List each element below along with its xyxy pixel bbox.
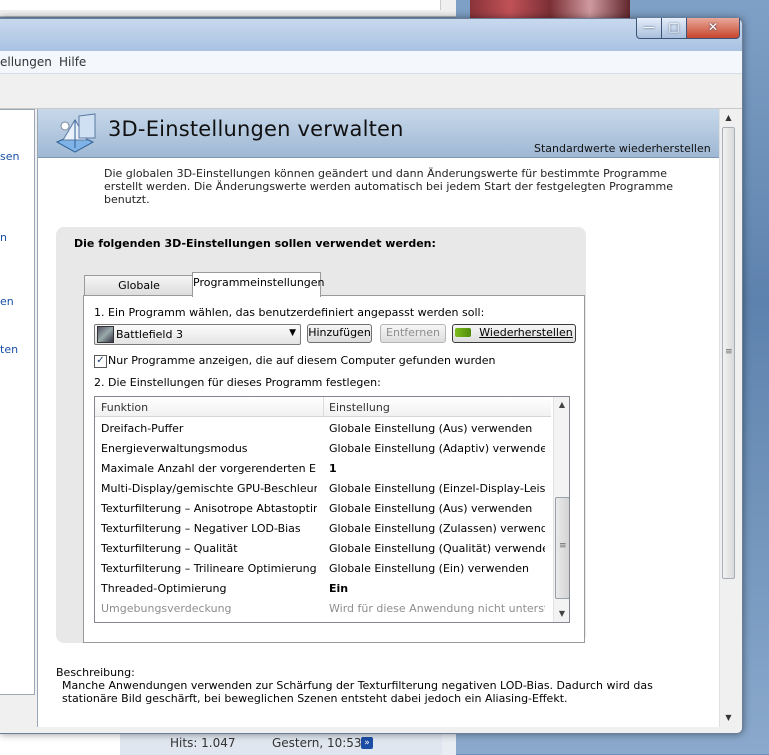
content-scrollbar[interactable]: ▲ ≡ ▼ (719, 109, 737, 727)
setting-row[interactable]: Maximale Anzahl der vorgerenderten Einz…… (95, 459, 551, 479)
setting-name: Texturfilterung – Anisotrope Abtastoptim… (101, 502, 317, 515)
setting-row[interactable]: Texturfilterung – Qualität Globale Einste… (95, 539, 551, 559)
setting-row[interactable]: Umgebungsverdeckung Wird für diese Anwend… (95, 599, 551, 619)
setting-name: Maximale Anzahl der vorgerenderten Einz… (101, 462, 317, 475)
3d-settings-icon (51, 112, 99, 156)
task-navigation-pane: sen n en ten (0, 109, 35, 695)
setting-row[interactable]: Threaded-Optimierung Ein (95, 579, 551, 599)
setting-value: Wird für diese Anwendung nicht unterstüt… (329, 602, 545, 615)
minimize-icon: — (643, 20, 655, 34)
go-to-post-icon[interactable]: » (361, 737, 373, 749)
setting-row[interactable]: Energieverwaltungsmodus Globale Einstellu… (95, 439, 551, 459)
title-bar[interactable]: — □ ✕ (0, 18, 742, 51)
toolbar (0, 74, 742, 109)
scroll-down-icon[interactable]: ▼ (554, 606, 569, 622)
setting-name: Energieverwaltungsmodus (101, 442, 248, 455)
show-found-programs-checkbox[interactable]: ✓ (94, 355, 107, 368)
setting-row[interactable]: Dreifach-Puffer Globale Einstellung (Aus)… (95, 419, 551, 439)
list-scrollbar[interactable]: ▲ ≡ ▼ (553, 397, 569, 622)
list-scrollbar-thumb[interactable]: ≡ (555, 497, 569, 599)
description-text: Manche Anwendungen verwenden zur Schärfu… (62, 679, 653, 705)
intro-text: Die globalen 3D-Einstellungen können geä… (104, 167, 673, 206)
column-header-setting[interactable]: Einstellung (329, 401, 390, 414)
setting-name: Texturfilterung – Trilineare Optimierung (101, 562, 317, 575)
background-window (0, 0, 456, 17)
setting-name: Texturfilterung – Qualität (101, 542, 238, 555)
maximize-icon: □ (668, 20, 680, 34)
setting-value: Globale Einstellung (Ein) verwenden (329, 562, 529, 575)
page-header: 3D-Einstellungen verwalten Standardwerte… (38, 109, 720, 158)
tab-program-settings[interactable]: Programmeinstellungen (192, 272, 325, 297)
program-select[interactable]: Battlefield 3 ▼ (94, 324, 301, 345)
setting-value: Ein (329, 582, 349, 595)
setting-name: Dreifach-Puffer (101, 422, 184, 435)
setting-value: Globale Einstellung (Aus) verwenden (329, 422, 533, 435)
program-settings-list: Funktion Einstellung Dreifach-Puffer Glob… (94, 396, 570, 623)
add-program-button[interactable]: Hinzufügen (307, 324, 372, 343)
step2-label: 2. Die Einstellungen für dieses Programm… (94, 376, 381, 389)
maximize-button[interactable]: □ (661, 18, 687, 39)
setting-row[interactable]: Texturfilterung – Negativer LOD-Bias Glob… (95, 519, 551, 539)
nvidia-control-panel-window: — □ ✕ ellungen Hilfe sen n en ten 3D-Ein… (0, 18, 743, 734)
setting-value: Globale Einstellung (Adaptiv) verwenden (329, 442, 545, 455)
setting-value: Globale Einstellung (Einzel-Display-Leis… (329, 482, 545, 495)
setting-name: Multi-Display/gemischte GPU-Beschleunigu… (101, 482, 317, 495)
setting-row[interactable]: Multi-Display/gemischte GPU-Beschleunigu… (95, 479, 551, 499)
content-scrollbar-thumb[interactable]: ≡ (722, 127, 735, 579)
step1-label: 1. Ein Programm wählen, das benutzerdefi… (94, 306, 485, 319)
setting-row[interactable]: Texturfilterung – Trilineare Optimierung… (95, 559, 551, 579)
scroll-up-icon[interactable]: ▲ (720, 109, 737, 126)
forum-last-post-date: Gestern, 10:53 (272, 736, 362, 750)
close-icon: ✕ (707, 20, 719, 34)
game-icon (97, 326, 114, 343)
setting-row[interactable]: Texturfilterung – Anisotrope Abtastoptim… (95, 499, 551, 519)
menu-settings[interactable]: ellungen (0, 55, 52, 69)
settings-panel: Die folgenden 3D-Einstellungen sollen ve… (56, 227, 586, 643)
setting-value: Globale Einstellung (Zulassen) verwenden (329, 522, 545, 535)
setting-value: 1 (329, 462, 337, 475)
content-pane: 3D-Einstellungen verwalten Standardwerte… (37, 109, 720, 727)
program-select-value: Battlefield 3 (116, 328, 183, 341)
list-header: Funktion Einstellung (95, 397, 551, 417)
menu-help[interactable]: Hilfe (59, 55, 86, 69)
remove-program-button[interactable]: Entfernen (380, 324, 446, 343)
nav-link-1[interactable]: sen (0, 150, 19, 163)
nav-link-2[interactable]: n (0, 231, 7, 244)
setting-value: Globale Einstellung (Qualität) verwenden (329, 542, 545, 555)
restore-defaults-link[interactable]: Standardwerte wiederherstellen (534, 142, 711, 155)
chevron-down-icon: ▼ (289, 328, 296, 338)
nvidia-icon (455, 328, 472, 337)
restore-program-button[interactable]: Wiederherstellen (452, 324, 576, 343)
scroll-down-icon[interactable]: ▼ (720, 709, 737, 726)
caption-buttons: — □ ✕ (636, 18, 740, 39)
column-header-function[interactable]: Funktion (101, 401, 148, 414)
setting-name: Umgebungsverdeckung (101, 602, 232, 615)
setting-value: Globale Einstellung (Aus) verwenden (329, 502, 533, 515)
column-divider[interactable] (323, 397, 324, 416)
menu-bar: ellungen Hilfe (0, 51, 742, 74)
tab-global-settings[interactable]: Globale Einstellungen (84, 275, 194, 311)
setting-name: Threaded-Optimierung (101, 582, 227, 595)
nav-link-3[interactable]: en (0, 295, 14, 308)
show-found-programs-label[interactable]: Nur Programme anzeigen, die auf diesem C… (108, 354, 496, 367)
description-label: Beschreibung: (56, 666, 135, 679)
forum-hits: Hits: 1.047 (170, 736, 236, 750)
nav-link-4[interactable]: ten (0, 343, 18, 356)
restore-button-label: Wiederherstellen (479, 326, 573, 339)
close-button[interactable]: ✕ (686, 18, 740, 39)
page-title: 3D-Einstellungen verwalten (108, 117, 404, 141)
minimize-button[interactable]: — (636, 18, 662, 39)
scroll-up-icon[interactable]: ▲ (554, 397, 569, 413)
panel-heading: Die folgenden 3D-Einstellungen sollen ve… (74, 237, 436, 250)
program-settings-page: 1. Ein Programm wählen, das benutzerdefi… (83, 295, 585, 643)
setting-name: Texturfilterung – Negativer LOD-Bias (101, 522, 301, 535)
